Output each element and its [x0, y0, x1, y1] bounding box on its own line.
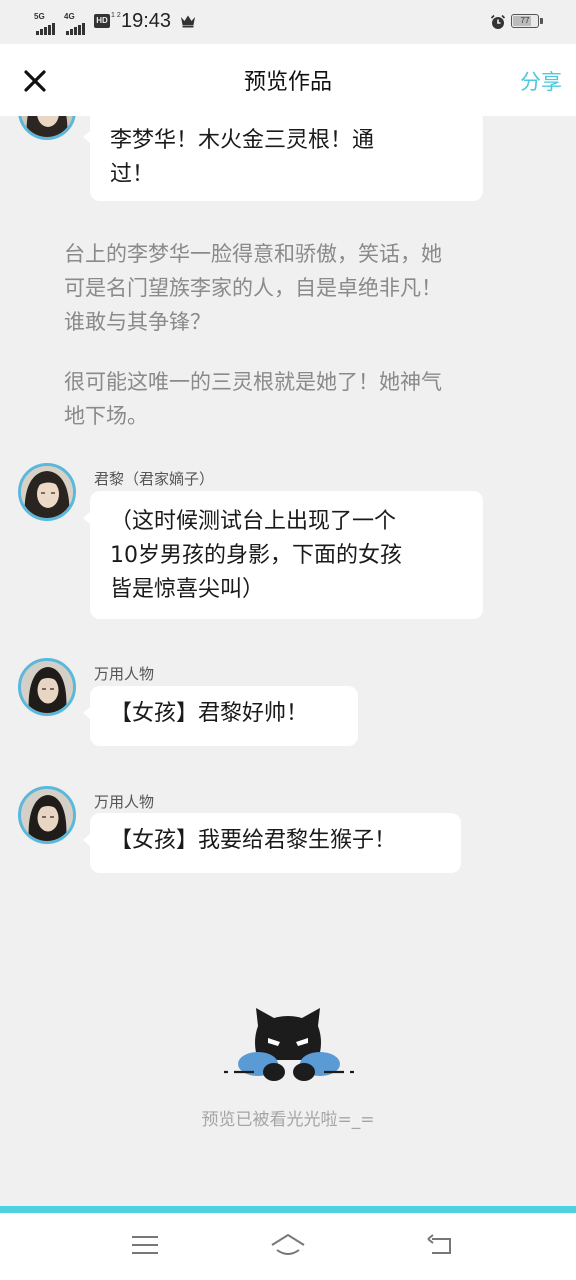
avatar	[18, 116, 76, 140]
chat-bubble: （这时候测试台上出现了一个 10岁男孩的身影，下面的女孩 皆是惊喜尖叫）	[83, 491, 483, 619]
chat-bubble-line: （这时候测试台上出现了一个	[110, 509, 397, 534]
speaker-name: 万用人物	[94, 665, 155, 683]
share-button[interactable]: 分享	[520, 66, 562, 96]
chat-bubble: 【女孩】君黎好帅！	[83, 686, 358, 746]
system-nav-bar	[0, 1213, 576, 1280]
alarm-icon	[490, 14, 506, 29]
battery-level-label: 77	[520, 16, 530, 25]
chat-bubble-line: 李梦华！木火金三灵根！通	[110, 128, 375, 153]
battery-icon: 77	[511, 14, 539, 28]
peeking-cat-mascot-icon	[224, 1008, 354, 1081]
narration-text: 很可能这唯一的三灵根就是她了！她神气 地下场。	[64, 365, 510, 433]
battery-cap	[540, 18, 543, 24]
narration-line: 很可能这唯一的三灵根就是她了！她神气	[64, 370, 442, 394]
menu-icon[interactable]	[130, 1231, 160, 1259]
narration-line: 地下场。	[64, 404, 148, 428]
speaker-name: 万用人物	[94, 793, 155, 811]
hd-icon: HD	[94, 14, 110, 28]
chat-bubble-line: 过！	[110, 162, 155, 187]
home-icon[interactable]	[269, 1231, 307, 1259]
chat-bubble: 【女孩】我要给君黎生猴子！	[83, 813, 461, 873]
narration-line: 台上的李梦华一脸得意和骄傲，笑话，她	[64, 242, 442, 266]
chat-bubble-line: 【女孩】我要给君黎生猴子！	[110, 828, 397, 853]
app-header: 预览作品 分享	[0, 44, 576, 116]
narration-line: 可是名门望族李家的人，自是卓绝非凡！	[64, 276, 442, 300]
chat-bubble-line: 【女孩】君黎好帅！	[110, 701, 309, 726]
narration-text: 台上的李梦华一脸得意和骄傲，笑话，她 可是名门望族李家的人，自是卓绝非凡！ 谁敢…	[64, 237, 510, 339]
chat-bubble-line: 10岁男孩的身影，下面的女孩	[110, 543, 402, 568]
status-time: 19:43	[121, 10, 172, 32]
character-avatar-generic[interactable]	[18, 786, 76, 844]
signal-5g-icon	[36, 17, 56, 35]
character-avatar-junli[interactable]	[18, 463, 76, 521]
bottom-accent-line	[0, 1206, 576, 1213]
story-preview-content[interactable]: 李梦华！木火金三灵根！通 过！ 台上的李梦华一脸得意和骄傲，笑话，她 可是名门望…	[0, 116, 576, 1206]
character-avatar-generic[interactable]	[18, 658, 76, 716]
narration-line: 谁敢与其争锋？	[64, 310, 211, 334]
page-title: 预览作品	[243, 70, 332, 95]
end-of-preview-text: 预览已被看光光啦=_=	[201, 1110, 375, 1130]
speaker-name: 君黎（君家嫡子）	[94, 470, 215, 488]
back-icon[interactable]	[424, 1231, 456, 1259]
signal-4g-icon	[66, 17, 86, 35]
status-bar: 5G 4G HD 1 2 19:43 77	[0, 0, 576, 44]
hd-sub-label: 1 2	[111, 12, 121, 19]
chat-bubble: 李梦华！木火金三灵根！通 过！	[83, 116, 483, 201]
chat-bubble-line: 皆是惊喜尖叫）	[110, 577, 265, 602]
crown-icon	[181, 15, 195, 28]
